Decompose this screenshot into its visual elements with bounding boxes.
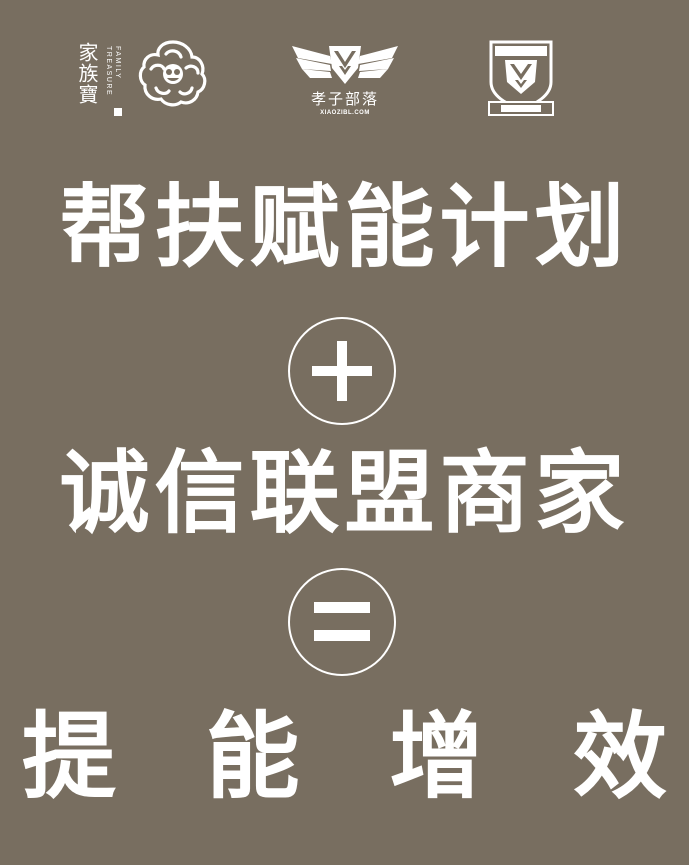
headline-line-2: 诚信联盟商家: [59, 440, 630, 546]
family-treasure-logo: 家族寶 FAMILY TREASURE: [75, 30, 216, 120]
shield-badge-logo: [483, 30, 559, 120]
equals-icon: [288, 568, 396, 676]
headline-line-3-char: 效: [572, 702, 667, 812]
family-treasure-dot: [114, 108, 122, 116]
headline-line-3-char: 增: [389, 702, 484, 812]
plus-icon: [288, 317, 396, 425]
xiaozi-domain: XIAOZIBL.COM: [320, 110, 370, 116]
headline-line-1: 帮扶赋能计划: [59, 174, 630, 280]
headline-line-3: 提 能 增 效: [0, 710, 689, 804]
family-treasure-chinese: 家族寶: [75, 42, 99, 105]
cloud-emblem-icon: [138, 40, 207, 107]
equals-top-bar: [314, 602, 370, 613]
xiaozi-chinese: 孝子部落: [310, 90, 379, 108]
xiaozi-logo: 孝子部落 XIAOZIBL.COM: [290, 30, 400, 126]
plus-vertical-bar: [337, 341, 347, 401]
winged-emblem-icon: [292, 46, 398, 84]
headline-line-3-char: 能: [205, 702, 300, 812]
headline-line-3-char: 提: [22, 702, 117, 812]
family-treasure-english: FAMILY TREASURE: [105, 46, 121, 97]
equals-bottom-bar: [314, 630, 370, 641]
logo-strip: 家族寶 FAMILY TREASURE 孝子部落 XIAOZIBL.COM: [0, 30, 689, 130]
poster: 家族寶 FAMILY TREASURE 孝子部落 XIAOZIBL.COM 帮扶…: [0, 0, 689, 865]
shield-badge-icon: [488, 40, 554, 116]
